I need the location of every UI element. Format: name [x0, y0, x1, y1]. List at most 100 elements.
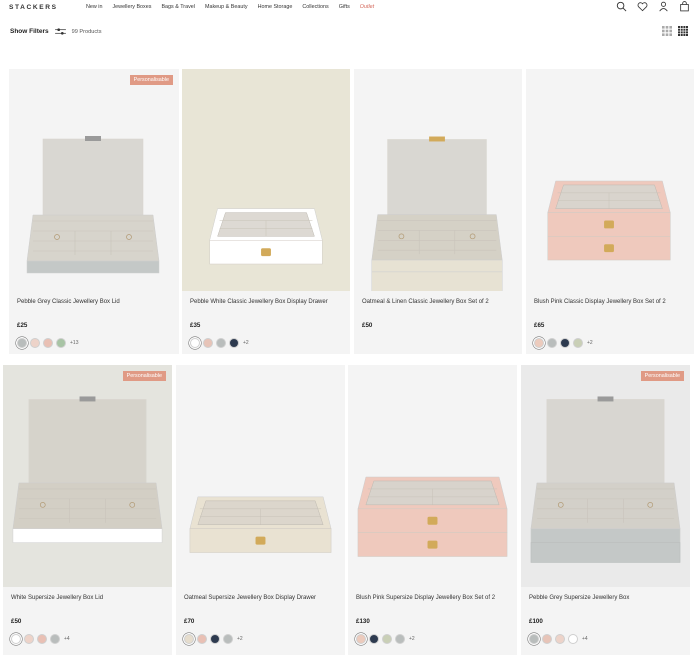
filter-sliders-icon[interactable]: [54, 27, 66, 36]
colour-swatch[interactable]: [56, 338, 66, 348]
product-card[interactable]: Oatmeal & Linen Classic Jewellery Box Se…: [354, 69, 522, 354]
top-nav: STACKERS New in Jewellery Boxes Bags & T…: [0, 0, 696, 16]
nav-outlet[interactable]: Outlet: [360, 4, 374, 10]
product-price: £65: [534, 322, 545, 329]
product-image[interactable]: [354, 69, 522, 291]
more-colours-count[interactable]: +2: [237, 636, 243, 642]
product-card[interactable]: Personalisable White Supersize Jewellery …: [3, 365, 172, 655]
product-name[interactable]: Oatmeal Supersize Jewellery Box Display …: [184, 594, 339, 603]
nav-collections[interactable]: Collections: [302, 4, 328, 10]
product-price: £25: [17, 322, 28, 329]
product-image[interactable]: [348, 365, 517, 587]
colour-swatches: +2: [356, 634, 415, 644]
grid-toggles: [662, 26, 688, 36]
colour-swatch[interactable]: [43, 338, 53, 348]
colour-swatch[interactable]: [216, 338, 226, 348]
colour-swatch[interactable]: [542, 634, 552, 644]
filter-bar: Show Filters 99 Products: [10, 27, 102, 36]
colour-swatch[interactable]: [24, 634, 34, 644]
nav-new-in[interactable]: New in: [86, 4, 102, 10]
product-image[interactable]: [521, 365, 690, 587]
colour-swatch[interactable]: [555, 634, 565, 644]
colour-swatches: +2: [190, 338, 249, 348]
user-icon[interactable]: [658, 1, 669, 12]
colour-swatch[interactable]: [529, 634, 539, 644]
colour-swatch[interactable]: [356, 634, 366, 644]
product-card[interactable]: Oatmeal Supersize Jewellery Box Display …: [176, 365, 345, 655]
colour-swatch[interactable]: [223, 634, 233, 644]
product-count: 99 Products: [71, 28, 102, 35]
product-price: £35: [190, 322, 201, 329]
product-name[interactable]: Pebble Grey Supersize Jewellery Box: [529, 594, 684, 603]
bag-icon[interactable]: [679, 1, 690, 12]
colour-swatch[interactable]: [50, 634, 60, 644]
colour-swatch[interactable]: [573, 338, 583, 348]
colour-swatch[interactable]: [37, 634, 47, 644]
nav-bags-travel[interactable]: Bags & Travel: [161, 4, 195, 10]
personalisable-badge: Personalisable: [122, 371, 166, 381]
more-colours-count[interactable]: +4: [64, 636, 70, 642]
show-filters-button[interactable]: Show Filters: [10, 28, 49, 35]
product-card[interactable]: Pebble White Classic Jewellery Box Displ…: [182, 69, 350, 354]
colour-swatch[interactable]: [11, 634, 21, 644]
colour-swatches: +13: [17, 338, 78, 348]
grid-4-icon[interactable]: [678, 26, 688, 36]
more-colours-count[interactable]: +2: [409, 636, 415, 642]
nav-home-storage[interactable]: Home Storage: [258, 4, 293, 10]
colour-swatch[interactable]: [369, 634, 379, 644]
grid-3-icon[interactable]: [662, 26, 672, 36]
product-name[interactable]: Pebble White Classic Jewellery Box Displ…: [190, 298, 344, 307]
product-price: £130: [356, 618, 370, 625]
colour-swatch[interactable]: [382, 634, 392, 644]
colour-swatch[interactable]: [547, 338, 557, 348]
more-colours-count[interactable]: +2: [587, 340, 593, 346]
more-colours-count[interactable]: +4: [582, 636, 588, 642]
colour-swatch[interactable]: [210, 634, 220, 644]
more-colours-count[interactable]: +2: [243, 340, 249, 346]
product-name[interactable]: Oatmeal & Linen Classic Jewellery Box Se…: [362, 298, 516, 307]
product-image[interactable]: [9, 69, 179, 291]
product-card[interactable]: Blush Pink Supersize Display Jewellery B…: [348, 365, 517, 655]
nav-makeup-beauty[interactable]: Makeup & Beauty: [205, 4, 248, 10]
brand-logo[interactable]: STACKERS: [9, 4, 58, 11]
main-nav: New in Jewellery Boxes Bags & Travel Mak…: [86, 4, 374, 10]
colour-swatches: +4: [529, 634, 588, 644]
product-name[interactable]: Blush Pink Supersize Display Jewellery B…: [356, 594, 511, 603]
colour-swatch[interactable]: [534, 338, 544, 348]
product-card[interactable]: Personalisable Pebble Grey Classic Jewell…: [9, 69, 179, 354]
search-icon[interactable]: [616, 1, 627, 12]
nav-jewellery-boxes[interactable]: Jewellery Boxes: [112, 4, 151, 10]
product-card[interactable]: Blush Pink Classic Display Jewellery Box…: [526, 69, 694, 354]
product-image[interactable]: [526, 69, 694, 291]
colour-swatches: +2: [184, 634, 243, 644]
colour-swatch[interactable]: [229, 338, 239, 348]
colour-swatch[interactable]: [30, 338, 40, 348]
colour-swatches: +4: [11, 634, 70, 644]
product-image[interactable]: [182, 69, 350, 291]
colour-swatch[interactable]: [197, 634, 207, 644]
more-colours-count[interactable]: +13: [70, 340, 78, 346]
product-price: £100: [529, 618, 543, 625]
colour-swatch[interactable]: [395, 634, 405, 644]
product-image[interactable]: [3, 365, 172, 587]
colour-swatch[interactable]: [568, 634, 578, 644]
nav-gifts[interactable]: Gifts: [339, 4, 350, 10]
product-price: £50: [11, 618, 22, 625]
colour-swatch[interactable]: [184, 634, 194, 644]
colour-swatch[interactable]: [17, 338, 27, 348]
product-name[interactable]: Pebble Grey Classic Jewellery Box Lid: [17, 298, 173, 307]
header-icons: [616, 1, 690, 12]
product-name[interactable]: White Supersize Jewellery Box Lid: [11, 594, 166, 603]
product-price: £50: [362, 322, 373, 329]
colour-swatch[interactable]: [203, 338, 213, 348]
product-name[interactable]: Blush Pink Classic Display Jewellery Box…: [534, 298, 688, 307]
colour-swatch[interactable]: [560, 338, 570, 348]
colour-swatches: +2: [534, 338, 593, 348]
heart-icon[interactable]: [637, 1, 648, 12]
colour-swatch[interactable]: [190, 338, 200, 348]
personalisable-badge: Personalisable: [129, 75, 173, 85]
product-image[interactable]: [176, 365, 345, 587]
product-price: £70: [184, 618, 195, 625]
personalisable-badge: Personalisable: [640, 371, 684, 381]
product-card[interactable]: Personalisable Pebble Grey Supersize Jewe…: [521, 365, 690, 655]
